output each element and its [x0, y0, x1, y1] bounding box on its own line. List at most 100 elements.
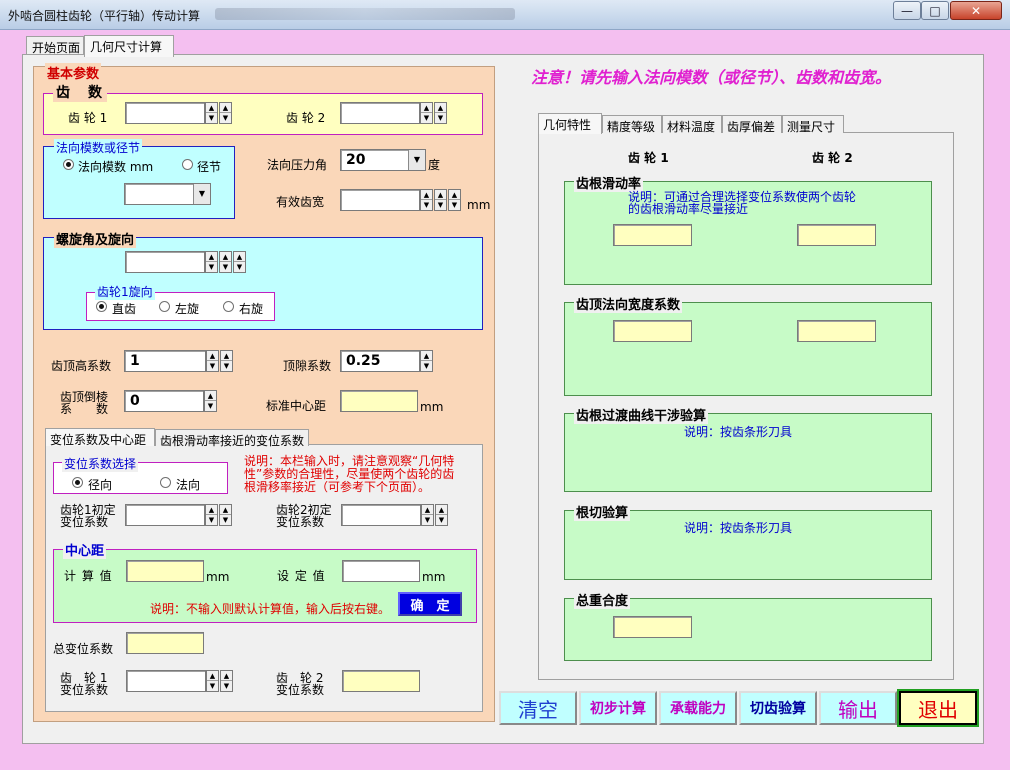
- minimize-button[interactable]: —: [893, 1, 921, 20]
- clearance-input[interactable]: 0.25: [340, 350, 420, 372]
- gear1-teeth-label: 齿 轮 1: [68, 111, 108, 125]
- center-calc-label: 计 算 值: [64, 569, 113, 583]
- gear2-teeth-label: 齿 轮 2: [286, 111, 326, 125]
- gear1-teeth-spinner-a[interactable]: ▲ ▼: [205, 102, 218, 124]
- face-width-input[interactable]: [340, 189, 420, 211]
- maximize-button[interactable]: □: [921, 1, 949, 20]
- final-g1-label-2: 变位系数: [60, 683, 109, 697]
- rtab-material[interactable]: 材料温度: [662, 115, 722, 134]
- shift-normal-label: 法向: [176, 478, 201, 492]
- undercut-note: 说明：按齿条形刀具: [684, 521, 793, 535]
- pressure-angle-label: 法向压力角: [267, 158, 328, 172]
- teeth-title: 齿 数: [53, 82, 107, 102]
- output-button[interactable]: 输出: [819, 691, 897, 725]
- chevron-down-icon[interactable]: ▼: [193, 184, 210, 204]
- g2-initial-spinner-b[interactable]: ▲ ▼: [435, 504, 448, 526]
- geo-gear1-header: 齿 轮 1: [628, 151, 669, 165]
- shift-normal-radio[interactable]: [160, 477, 171, 488]
- face-width-spinner-a[interactable]: ▲ ▼: [420, 189, 433, 211]
- gear2-teeth-spinner-b[interactable]: ▲ ▼: [434, 102, 447, 124]
- g2-initial-label-2: 变位系数: [276, 515, 325, 529]
- preliminary-calc-button[interactable]: 初步计算: [579, 691, 657, 725]
- face-width-spinner-c[interactable]: ▲ ▼: [448, 189, 461, 211]
- g2-initial-spinner-a[interactable]: ▲ ▼: [421, 504, 434, 526]
- capacity-button[interactable]: 承载能力: [659, 691, 737, 725]
- shift-note: 说明：本栏输入时，请注意观察“几何特性”参数的合理性，尽量使两个齿轮的齿根滑移率…: [244, 454, 455, 494]
- shift-radial-label: 径向: [88, 478, 113, 492]
- final-g1-shift-input[interactable]: [126, 670, 206, 692]
- root-slide-note-2: 的齿根滑动率尽量接近: [628, 202, 749, 216]
- clearance-spinner[interactable]: ▲ ▼: [420, 350, 433, 372]
- spur-radio[interactable]: [96, 301, 107, 312]
- module-normal-label: 法向模数 mm: [78, 160, 154, 174]
- std-center-unit: mm: [420, 400, 444, 414]
- subtab-shift-center[interactable]: 变位系数及中心距: [45, 428, 155, 447]
- helix-title: 螺旋角及旋向: [54, 229, 137, 248]
- close-button[interactable]: ✕: [950, 1, 1002, 20]
- shift-radial-radio[interactable]: [72, 477, 83, 488]
- clear-button[interactable]: 清空: [499, 691, 577, 725]
- std-center-output: [340, 390, 418, 412]
- diametral-pitch-radio[interactable]: [182, 159, 193, 170]
- final-g1-spinner-a[interactable]: ▲ ▼: [206, 670, 219, 692]
- root-slide-g1-output: [613, 224, 692, 246]
- rtab-thickness[interactable]: 齿厚偏差: [722, 115, 782, 134]
- gear2-teeth-input[interactable]: [340, 102, 420, 124]
- diametral-pitch-label: 径节: [197, 160, 222, 174]
- rtab-geometry[interactable]: 几何特性: [538, 113, 602, 134]
- std-center-label: 标准中心距: [266, 399, 327, 413]
- addendum-label: 齿顶高系数: [51, 359, 112, 373]
- helix-spinner-c[interactable]: ▲ ▼: [233, 251, 246, 273]
- g1-initial-spinner-a[interactable]: ▲ ▼: [205, 504, 218, 526]
- notice-text: 注意！请先输入法向模数（或径节）、齿数和齿宽。: [531, 68, 892, 87]
- module-normal-radio[interactable]: [63, 159, 74, 170]
- shift-select-title: 变位系数选择: [62, 455, 139, 472]
- g2-initial-shift-input[interactable]: [341, 504, 421, 526]
- helix-spinner-b[interactable]: ▲ ▼: [219, 251, 232, 273]
- helix-spinner-a[interactable]: ▲ ▼: [205, 251, 218, 273]
- chamfer-input[interactable]: 0: [124, 390, 204, 412]
- addendum-spinner-a[interactable]: ▲ ▼: [206, 350, 219, 372]
- interference-note: 说明：按齿条形刀具: [684, 425, 793, 439]
- tab-geometry[interactable]: 几何尺寸计算: [84, 35, 174, 57]
- face-width-spinner-b[interactable]: ▲ ▼: [434, 189, 447, 211]
- center-set-label: 设 定 值: [277, 569, 326, 583]
- basic-params-title: 基本参数: [45, 63, 102, 82]
- confirm-button[interactable]: 确 定: [398, 592, 462, 616]
- center-calc-output: [126, 560, 204, 582]
- tip-width-g1-output: [613, 320, 692, 342]
- right-hand-radio[interactable]: [223, 301, 234, 312]
- hand-title: 齿轮1旋向: [95, 283, 155, 300]
- final-g2-label-2: 变位系数: [276, 683, 325, 697]
- addendum-input[interactable]: 1: [124, 350, 206, 372]
- chamfer-spinner[interactable]: ▲ ▼: [204, 390, 217, 412]
- g1-initial-spinner-b[interactable]: ▲ ▼: [219, 504, 232, 526]
- subtab-equal-slide[interactable]: 齿根滑动率接近的变位系数: [155, 429, 309, 448]
- rtab-measure[interactable]: 测量尺寸: [782, 115, 844, 134]
- center-note: 说明：不输入则默认计算值，输入后按右键。: [150, 602, 391, 616]
- g1-initial-shift-input[interactable]: [125, 504, 205, 526]
- chevron-down-icon[interactable]: ▼: [408, 150, 425, 170]
- left-hand-label: 左旋: [175, 302, 200, 316]
- center-set-input[interactable]: [342, 560, 420, 582]
- gear1-teeth-spinner-b[interactable]: ▲ ▼: [219, 102, 232, 124]
- tip-width-g2-output: [797, 320, 876, 342]
- left-hand-radio[interactable]: [159, 301, 170, 312]
- exit-button[interactable]: 退出: [897, 689, 979, 727]
- right-hand-label: 右旋: [239, 302, 264, 316]
- rtab-accuracy[interactable]: 精度等级: [602, 115, 662, 134]
- undercut-title: 根切验算: [574, 502, 631, 521]
- gear1-teeth-input[interactable]: [125, 102, 205, 124]
- contact-ratio-output: [613, 616, 692, 638]
- tip-width-title: 齿顶法向宽度系数: [574, 294, 683, 313]
- root-slide-g2-output: [797, 224, 876, 246]
- helix-angle-input[interactable]: [125, 251, 205, 273]
- gear2-teeth-spinner-a[interactable]: ▲ ▼: [420, 102, 433, 124]
- cutting-check-button[interactable]: 切齿验算: [739, 691, 817, 725]
- addendum-spinner-b[interactable]: ▲ ▼: [220, 350, 233, 372]
- tip-width-section: [564, 302, 932, 396]
- tab-start-page[interactable]: 开始页面: [26, 36, 84, 56]
- face-width-label: 有效齿宽: [276, 195, 325, 209]
- final-g1-spinner-b[interactable]: ▲ ▼: [220, 670, 233, 692]
- title-ghost-menu: [215, 8, 515, 20]
